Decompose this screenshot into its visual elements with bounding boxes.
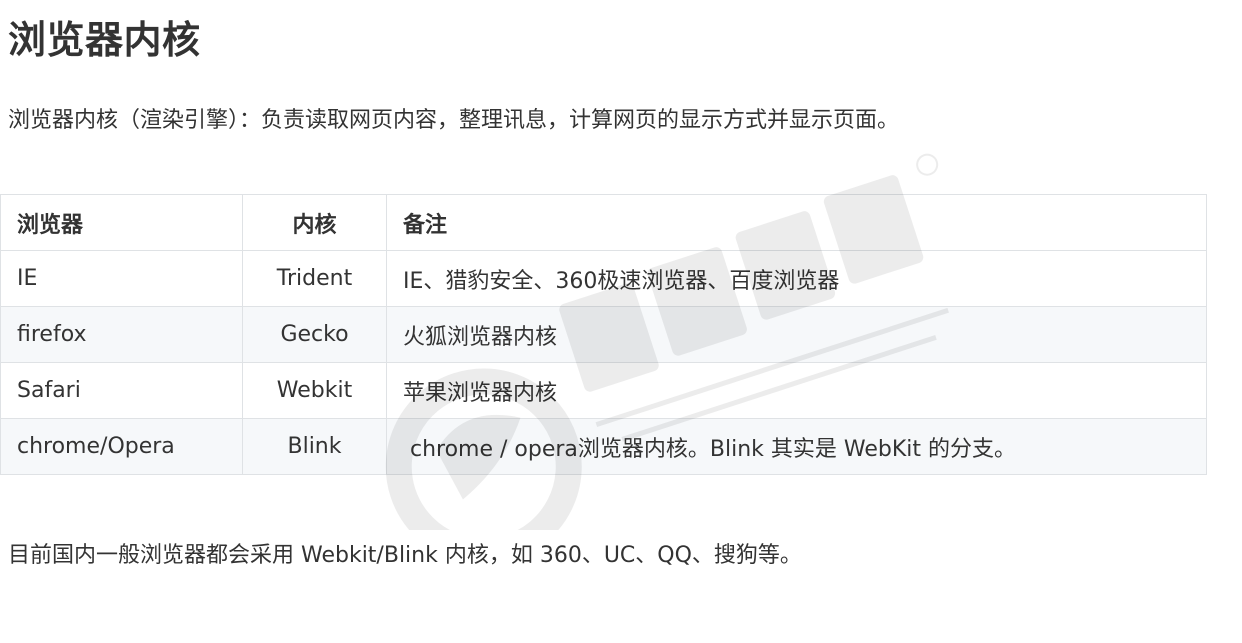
watermark-tm-icon [916,153,939,176]
cell-kernel: Webkit [242,362,387,419]
cell-browser: IE [0,250,243,307]
kernel-table-container: 浏览器 内核 备注 IE Trident IE、猎豹安全、360极速浏览器、百度… [0,194,1207,475]
outro-paragraph: 目前国内一般浏览器都会采用 Webkit/Blink 内核，如 360、UC、Q… [8,543,802,568]
browser-kernel-table: 浏览器 内核 备注 IE Trident IE、猎豹安全、360极速浏览器、百度… [0,194,1207,475]
cell-kernel: Blink [242,418,387,475]
cell-kernel: Gecko [242,306,387,363]
table-header-row: 浏览器 内核 备注 [0,194,1207,251]
column-header-notes: 备注 [386,194,1207,251]
cell-browser: firefox [0,306,243,363]
table-row: firefox Gecko 火狐浏览器内核 [0,306,1207,363]
column-header-kernel: 内核 [242,194,387,251]
intro-paragraph: 浏览器内核（渲染引擎）：负责读取网页内容，整理讯息，计算网页的显示方式并显示页面… [8,108,900,133]
page-title: 浏览器内核 [8,18,201,62]
table-row: IE Trident IE、猎豹安全、360极速浏览器、百度浏览器 [0,250,1207,307]
column-header-browser: 浏览器 [0,194,243,251]
cell-notes: chrome / opera浏览器内核。Blink 其实是 WebKit 的分支… [386,418,1207,475]
table-row: Safari Webkit 苹果浏览器内核 [0,362,1207,419]
cell-notes: 苹果浏览器内核 [386,362,1207,419]
table-row: chrome/Opera Blink chrome / opera浏览器内核。B… [0,418,1207,475]
cell-notes: 火狐浏览器内核 [386,306,1207,363]
cell-browser: chrome/Opera [0,418,243,475]
cell-kernel: Trident [242,250,387,307]
cell-browser: Safari [0,362,243,419]
cell-notes: IE、猎豹安全、360极速浏览器、百度浏览器 [386,250,1207,307]
